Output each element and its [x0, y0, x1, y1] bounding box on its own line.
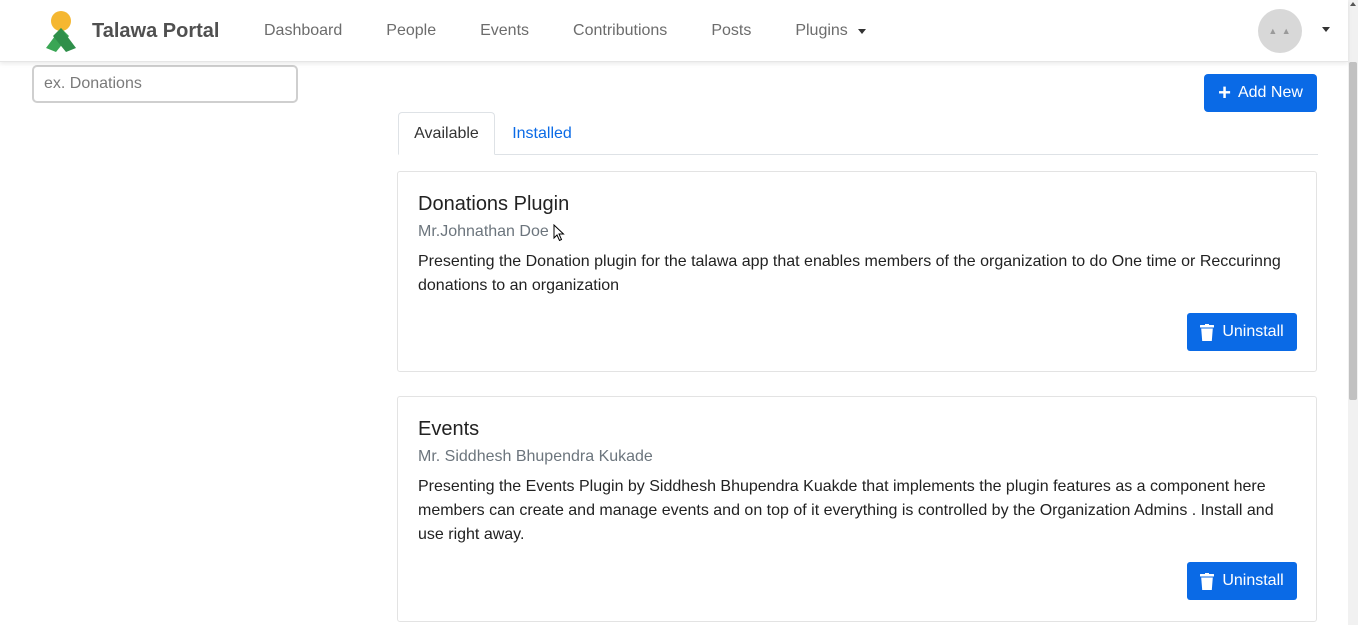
plugin-search-input[interactable] — [32, 65, 298, 103]
user-avatar[interactable]: ▲ ▲ — [1258, 9, 1302, 53]
chevron-down-icon — [857, 28, 866, 34]
trash-icon — [1200, 323, 1215, 341]
nav-plugins-label: Plugins — [795, 22, 848, 39]
brand[interactable]: Talawa Portal — [42, 10, 219, 52]
uninstall-button[interactable]: Uninstall — [1187, 562, 1297, 600]
tab-installed[interactable]: Installed — [495, 112, 589, 155]
avatar-dropdown-icon[interactable] — [1322, 27, 1330, 32]
avatar-placeholder-icon: ▲ ▲ — [1268, 26, 1292, 36]
trash-icon — [1200, 572, 1215, 590]
plugin-card: Events Mr. Siddhesh Bhupendra Kukade Pre… — [397, 396, 1317, 622]
nav-contributions[interactable]: Contributions — [573, 22, 667, 40]
add-new-label: Add New — [1237, 84, 1303, 101]
plugin-description: Presenting the Donation plugin for the t… — [418, 253, 1281, 294]
plugin-author: Mr. Siddhesh Bhupendra Kukade — [418, 448, 653, 465]
tab-available[interactable]: Available — [398, 112, 495, 155]
uninstall-button[interactable]: Uninstall — [1187, 313, 1297, 351]
uninstall-label: Uninstall — [1222, 323, 1284, 340]
scrollbar-thumb[interactable] — [1349, 62, 1357, 400]
plus-icon: + — [1218, 80, 1231, 105]
main-nav: Dashboard People Events Contributions Po… — [264, 0, 910, 62]
plugin-tabs: Available Installed — [398, 112, 1318, 155]
scroll-up-icon[interactable] — [1350, 2, 1356, 6]
nav-posts[interactable]: Posts — [711, 22, 751, 40]
plugin-description: Presenting the Events Plugin by Siddhesh… — [418, 478, 1274, 543]
plugin-card: Donations Plugin Mr.Johnathan Doe Presen… — [397, 171, 1317, 372]
page-scrollbar[interactable] — [1348, 0, 1358, 625]
top-navbar: Talawa Portal Dashboard People Events Co… — [0, 0, 1348, 62]
add-new-button[interactable]: + Add New — [1204, 74, 1317, 112]
nav-plugins-dropdown[interactable]: Plugins — [795, 22, 866, 40]
nav-dashboard[interactable]: Dashboard — [264, 22, 342, 40]
uninstall-label: Uninstall — [1222, 572, 1284, 589]
brand-name: Talawa Portal — [92, 19, 220, 42]
nav-people[interactable]: People — [386, 22, 436, 40]
plugin-author: Mr.Johnathan Doe — [418, 223, 549, 240]
talawa-logo-icon — [46, 11, 76, 52]
nav-events[interactable]: Events — [480, 22, 529, 40]
plugin-title: Events — [418, 418, 480, 440]
plugin-title: Donations Plugin — [418, 193, 570, 215]
mouse-pointer-icon — [553, 224, 565, 242]
